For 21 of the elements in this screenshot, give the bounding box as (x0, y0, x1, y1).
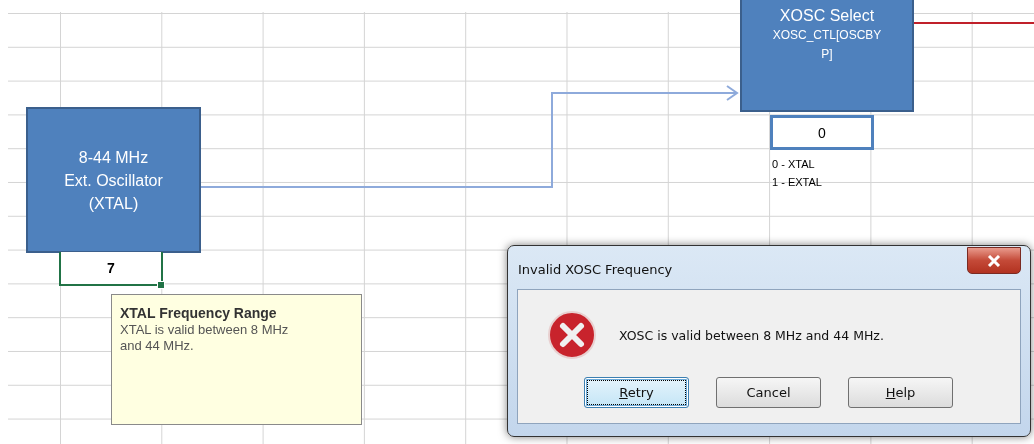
dialog-message: XOSC is valid between 8 MHz and 44 MHz. (619, 327, 884, 343)
frequency-cell[interactable]: 7 (59, 252, 163, 286)
block-title: XOSC Select (779, 6, 875, 26)
error-icon (547, 310, 597, 360)
dialog-title: Invalid XOSC Frequency (518, 262, 673, 277)
block-label: 8-44 MHz (78, 147, 149, 168)
block-label: P] (821, 46, 833, 63)
close-button[interactable] (967, 247, 1021, 274)
comment-title: XTAL Frequency Range (120, 305, 278, 321)
block-label: Ext. Oscillator (64, 170, 163, 191)
dialog-button[interactable]: Help (848, 377, 953, 408)
comment-text: XTAL is valid between 8 MHz and 44 MHz. (120, 322, 290, 354)
fill-handle[interactable] (157, 281, 165, 289)
select-cell[interactable]: 0 (770, 115, 874, 150)
dialog-button[interactable]: Cancel (716, 377, 821, 408)
close-icon (987, 254, 1001, 267)
dialog-button[interactable]: Retry (584, 377, 689, 408)
legend-text: 1 - EXTAL (772, 175, 822, 189)
block-label: (XTAL) (88, 193, 139, 214)
block-label: XOSC_CTL[OSCBY (772, 27, 882, 44)
legend-text: 0 - XTAL (772, 157, 816, 171)
